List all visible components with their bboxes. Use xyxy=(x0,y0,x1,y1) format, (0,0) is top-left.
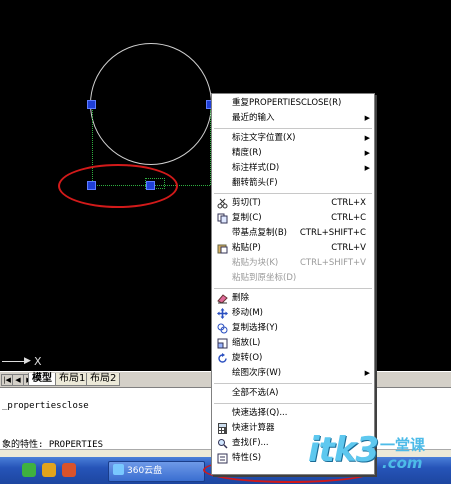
menu-item-label: 快速计算器 xyxy=(232,423,275,433)
copy-icon xyxy=(217,213,228,224)
tab-model[interactable]: 模型 xyxy=(28,373,56,386)
properties-icon xyxy=(217,453,228,464)
menu-item-label: 翻转箭头(F) xyxy=(232,178,278,188)
menu-item-label: 带基点复制(B) xyxy=(232,228,287,238)
menu-item-shortcut: CTRL+SHIFT+V xyxy=(299,258,366,268)
menu-item[interactable]: 翻转箭头(F) xyxy=(212,176,374,191)
menu-item[interactable]: 精度(R) ▶ xyxy=(212,146,374,161)
menu-item[interactable]: 重复PROPERTIESCLOSE(R) xyxy=(212,96,374,111)
copy-selection-icon xyxy=(217,323,228,334)
menu-item-shortcut: CTRL+V xyxy=(331,243,366,253)
submenu-arrow-icon: ▶ xyxy=(364,149,370,157)
menu-item-label: 剪切(T) xyxy=(232,198,261,208)
quicklaunch-icon[interactable] xyxy=(62,463,76,477)
menu-item-label: 移动(M) xyxy=(232,308,263,318)
menu-item-label: 全部不选(A) xyxy=(232,388,279,398)
menu-item[interactable]: 带基点复制(B) CTRL+SHIFT+C xyxy=(212,226,374,241)
menu-item[interactable]: 绘图次序(W) ▶ xyxy=(212,366,374,381)
command-history-line: _propertiesclose xyxy=(2,401,89,411)
menu-item-label: 快速选择(Q)... xyxy=(232,408,288,418)
watermark-domain-text: .com xyxy=(382,454,423,472)
cloud-drive-icon xyxy=(113,464,124,475)
menu-item-label: 复制(C) xyxy=(232,213,262,223)
menu-item-label: 粘贴为块(K) xyxy=(232,258,279,268)
rotate-icon xyxy=(217,353,228,364)
menu-item-label: 标注文字位置(X) xyxy=(232,133,296,143)
menu-item[interactable]: 标注样式(D) ▶ xyxy=(212,161,374,176)
menu-item-label: 绘图次序(W) xyxy=(232,368,282,378)
menu-item-label: 复制选择(Y) xyxy=(232,323,278,333)
taskbar-item-360-cloud[interactable]: 360云盘 xyxy=(108,461,205,482)
selected-circle[interactable] xyxy=(90,43,212,165)
grip-handle[interactable] xyxy=(87,100,96,109)
scale-icon xyxy=(217,338,228,349)
menu-item-label: 删除 xyxy=(232,293,250,303)
menu-item[interactable]: 删除 xyxy=(212,291,374,306)
menu-item-shortcut: CTRL+C xyxy=(331,213,366,223)
menu-separator xyxy=(214,383,372,384)
watermark-logo-text: itk3 xyxy=(308,430,379,470)
paste-icon xyxy=(217,243,228,254)
menu-item[interactable]: 旋转(O) xyxy=(212,351,374,366)
submenu-arrow-icon: ▶ xyxy=(364,114,370,122)
submenu-arrow-icon: ▶ xyxy=(364,134,370,142)
ucs-indicator: ▶ X xyxy=(0,355,42,370)
menu-item-label: 粘贴到原坐标(D) xyxy=(232,273,297,283)
menu-separator xyxy=(214,288,372,289)
menu-item[interactable]: 最近的输入 ▶ xyxy=(212,111,374,126)
menu-item-shortcut: CTRL+X xyxy=(331,198,366,208)
context-menu: 重复PROPERTIESCLOSE(R) 最近的输入 ▶ 标注文字位置(X) ▶ 精度(R… xyxy=(211,93,375,475)
menu-item[interactable]: 复制(C) CTRL+C xyxy=(212,211,374,226)
menu-item[interactable]: 移动(M) xyxy=(212,306,374,321)
ucs-x-label: X xyxy=(34,355,42,368)
move-icon xyxy=(217,308,228,319)
menu-item[interactable]: 剪切(T) CTRL+X xyxy=(212,196,374,211)
quicklaunch-icon[interactable] xyxy=(22,463,36,477)
menu-item: 粘贴到原坐标(D) xyxy=(212,271,374,286)
menu-item-label: 旋转(O) xyxy=(232,353,263,363)
submenu-arrow-icon: ▶ xyxy=(364,164,370,172)
submenu-arrow-icon: ▶ xyxy=(364,369,370,377)
menu-item[interactable]: 标注文字位置(X) ▶ xyxy=(212,131,374,146)
menu-item-label: 最近的输入 xyxy=(232,113,275,123)
menu-item[interactable]: 全部不选(A) xyxy=(212,386,374,401)
ucs-arrow-icon: ▶ xyxy=(24,356,31,366)
taskbar-item-label: 360云盘 xyxy=(127,466,163,476)
menu-item[interactable]: 粘贴(P) CTRL+V xyxy=(212,241,374,256)
watermark-cn-text: 一堂课 xyxy=(380,436,426,454)
menu-separator xyxy=(214,128,372,129)
menu-separator xyxy=(214,403,372,404)
menu-item[interactable]: 复制选择(Y) xyxy=(212,321,374,336)
find-icon xyxy=(217,438,228,449)
menu-separator xyxy=(214,193,372,194)
menu-item-label: 缩放(L) xyxy=(232,338,261,348)
red-highlight-ellipse xyxy=(58,164,178,208)
menu-item[interactable]: 缩放(L) xyxy=(212,336,374,351)
menu-item-label: 特性(S) xyxy=(232,453,262,463)
calculator-icon xyxy=(217,423,228,434)
scissors-icon xyxy=(217,198,228,209)
menu-item-label: 重复PROPERTIESCLOSE(R) xyxy=(232,98,342,108)
menu-item[interactable]: 快速选择(Q)... xyxy=(212,406,374,421)
tab-layout2[interactable]: 布局2 xyxy=(86,373,121,386)
quicklaunch-icon[interactable] xyxy=(42,463,56,477)
eraser-icon xyxy=(217,293,228,304)
site-watermark: itk3 一堂课 .com xyxy=(300,430,450,480)
menu-item-label: 标注样式(D) xyxy=(232,163,280,173)
menu-item-shortcut: CTRL+SHIFT+C xyxy=(299,228,366,238)
tab-layout1[interactable]: 布局1 xyxy=(55,373,90,386)
menu-item-label: 查找(F)... xyxy=(232,438,269,448)
menu-item-label: 精度(R) xyxy=(232,148,262,158)
menu-item: 粘贴为块(K) CTRL+SHIFT+V xyxy=(212,256,374,271)
menu-item-label: 粘贴(P) xyxy=(232,243,261,253)
